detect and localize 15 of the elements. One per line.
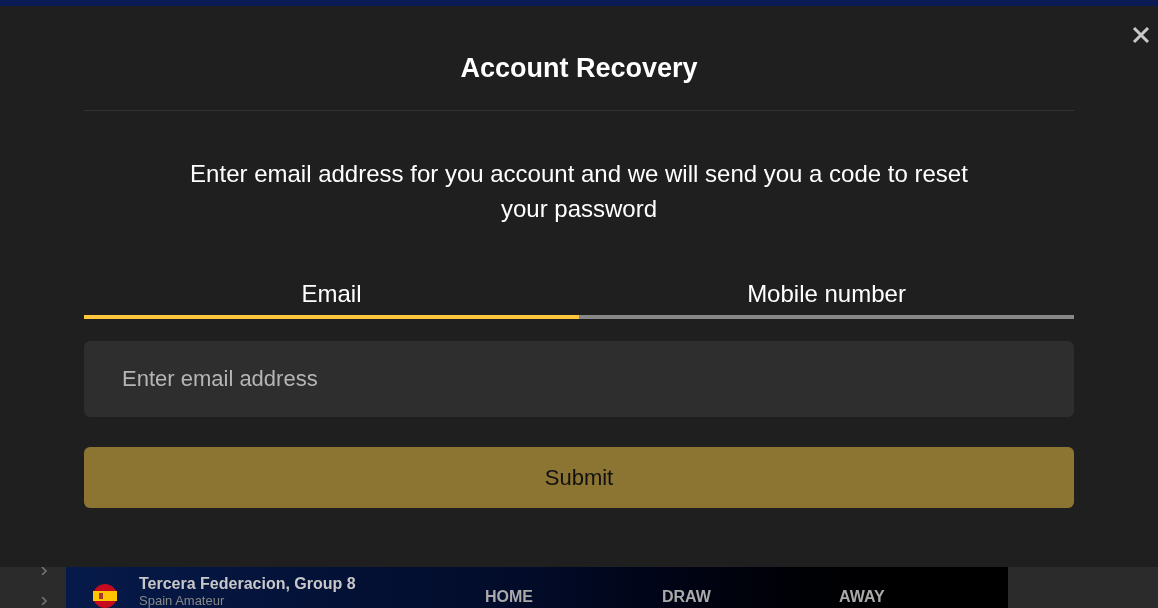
tab[interactable]: Email [84, 276, 579, 319]
email-field[interactable]: Enter email address [84, 341, 1074, 417]
country-label: Spain Amateur [139, 593, 226, 608]
column-header: AWAY [839, 587, 886, 607]
close-button[interactable] [1130, 24, 1152, 46]
column-header: HOME [485, 587, 534, 607]
description-text: Enter email address for you account and we will send you a code to reset your password [189, 159, 969, 224]
chevron-icon[interactable] [40, 597, 48, 605]
submit-button[interactable]: Submit [84, 447, 1074, 508]
dialog-title: Account Recovery [459, 52, 699, 85]
flag-icon [93, 584, 117, 608]
chevron-icon[interactable] [40, 567, 48, 575]
league-name: Tercera Federacion, Group 8 [139, 575, 357, 593]
column-header: DRAW [662, 587, 712, 607]
tab[interactable]: Mobile number [579, 276, 1074, 319]
